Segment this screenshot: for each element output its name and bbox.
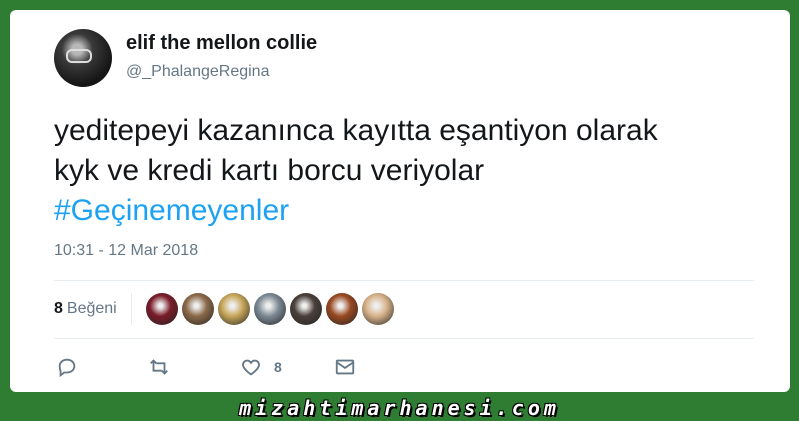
avatar-yellow-dog[interactable] <box>217 293 250 325</box>
likes-label[interactable]: Beğeni <box>67 300 117 318</box>
retweet-icon <box>150 359 168 375</box>
tweet-text-line-2: kyk ve kredi kartı borcu veriyolar <box>54 154 485 187</box>
avatar-photo-person[interactable] <box>181 293 214 325</box>
tweet-text: yeditepeyi kazanınca kayıtta eşantiyon o… <box>54 111 774 231</box>
reply-icon <box>58 358 76 378</box>
like-button[interactable]: 8 <box>240 356 282 378</box>
avatar-hamster[interactable] <box>361 293 394 325</box>
tweet-timestamp[interactable]: 10:31 - 12 Mar 2018 <box>54 242 198 260</box>
author-name[interactable]: elif the mellon collie <box>126 32 317 55</box>
author-avatar[interactable] <box>54 29 112 87</box>
reply-button[interactable] <box>56 356 78 378</box>
hashtag-link[interactable]: #Geçinemeyenler <box>54 191 774 231</box>
tweet-actions: 8 <box>56 356 426 378</box>
avatar-red-figure[interactable] <box>145 293 178 325</box>
envelope-icon <box>335 359 354 375</box>
divider-top <box>54 280 754 281</box>
heart-icon <box>242 359 260 376</box>
author-handle[interactable]: @_PhalangeRegina <box>126 63 269 81</box>
divider-bottom <box>54 338 754 339</box>
tweet-card: elif the mellon collie @_PhalangeRegina … <box>10 10 790 392</box>
liker-avatars <box>145 293 398 325</box>
avatar-gray-character[interactable] <box>253 293 286 325</box>
likes-count[interactable]: 8 <box>54 300 63 318</box>
retweet-button[interactable] <box>148 356 170 378</box>
like-action-count: 8 <box>274 359 282 375</box>
avatar-orange-hair[interactable] <box>325 293 358 325</box>
likes-row: 8 Beğeni <box>54 293 398 325</box>
tweet-text-line-1: yeditepeyi kazanınca kayıtta eşantiyon o… <box>54 114 658 147</box>
message-button[interactable] <box>334 356 356 378</box>
watermark: mizahtimarhanesi.com <box>239 396 560 420</box>
avatar-dark-portrait[interactable] <box>289 293 322 325</box>
likes-separator <box>130 293 132 325</box>
